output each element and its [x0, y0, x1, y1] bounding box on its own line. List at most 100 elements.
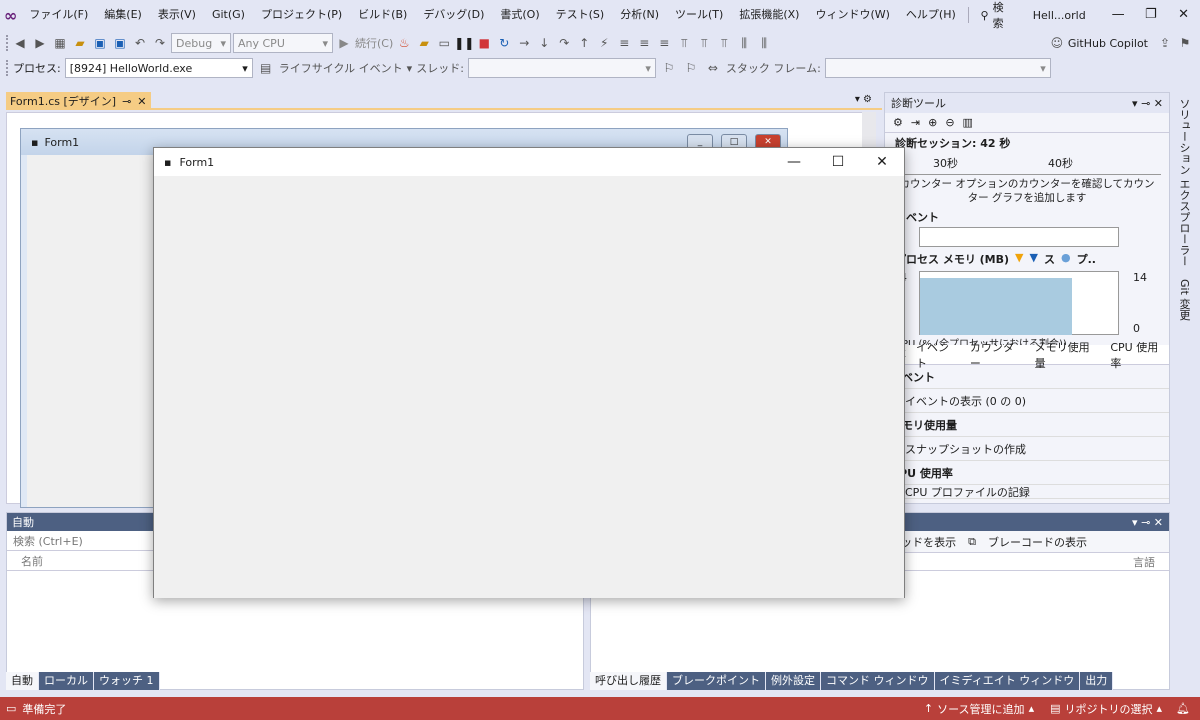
menu-help[interactable]: ヘルプ(H) — [898, 0, 964, 30]
menu-build[interactable]: ビルド(B) — [350, 0, 415, 30]
platform-combo[interactable]: Any CPU ▾ — [233, 33, 333, 53]
flag-icon[interactable]: ⚐ — [660, 59, 678, 77]
chart-icon[interactable]: ▥ — [963, 116, 973, 129]
menu-view[interactable]: 表示(V) — [150, 0, 204, 30]
menu-edit[interactable]: 編集(E) — [96, 0, 150, 30]
panel-controls-icon[interactable]: ▾ ⊸ ✕ — [1132, 516, 1163, 529]
tab-form1-design[interactable]: Form1.cs [デザイン] ⊸ ✕ — [6, 92, 151, 110]
menu-debug[interactable]: デバッグ(D) — [415, 0, 492, 30]
stackframe-combo[interactable]: ▾ — [824, 58, 1051, 78]
align-bottom-icon[interactable]: ⫪ — [715, 34, 733, 52]
form-maximize-button[interactable]: ☐ — [816, 148, 860, 176]
add-to-source-control-button[interactable]: ソース管理に追加 — [937, 701, 1024, 717]
show-next-statement-icon[interactable]: → — [515, 34, 533, 52]
new-item-icon[interactable]: ▦ — [51, 34, 69, 52]
tab-exception-settings[interactable]: 例外設定 — [766, 672, 821, 690]
minimize-button[interactable]: — — [1102, 0, 1135, 30]
take-snapshot-button[interactable]: スナップショットの作成 — [885, 437, 1169, 461]
step-into-icon[interactable]: ↓ — [535, 34, 553, 52]
spacing-vertical-icon[interactable]: ⫼ — [755, 34, 773, 52]
save-all-icon[interactable]: ▣ — [111, 34, 129, 52]
visual-studio-logo-icon[interactable]: ∞ — [0, 0, 21, 30]
config-value: Debug — [176, 36, 213, 50]
tab-watch1[interactable]: ウォッチ 1 — [94, 672, 160, 690]
close-button[interactable]: ✕ — [1167, 0, 1200, 30]
align-center-icon[interactable]: ≡ — [635, 34, 653, 52]
tab-call-stack[interactable]: 呼び出し履歴 — [590, 672, 667, 690]
align-right-icon[interactable]: ≡ — [655, 34, 673, 52]
tab-breakpoints[interactable]: ブレークポイント — [667, 672, 766, 690]
flag-threads-icon[interactable]: ⚐ — [682, 59, 700, 77]
hot-path-icon[interactable]: ⚡ — [595, 34, 613, 52]
menu-format[interactable]: 書式(O) — [492, 0, 547, 30]
tab-immediate-window[interactable]: イミディエイト ウィンドウ — [934, 672, 1081, 690]
forward-icon[interactable]: ▶ — [31, 34, 49, 52]
play-icon[interactable]: ▶ — [335, 34, 353, 52]
share-icon[interactable]: ⇪ — [1156, 34, 1174, 52]
panel-controls-icon[interactable]: ▾ ⊸ ✕ — [1132, 97, 1163, 110]
settings-icon[interactable]: ⚙ — [893, 116, 903, 129]
tab-counters[interactable]: カウンター — [970, 339, 1025, 371]
toolbar-gripper[interactable] — [6, 60, 9, 76]
running-form-window[interactable]: ▪ Form1 — ☐ ✕ — [153, 147, 905, 598]
menu-window[interactable]: ウィンドウ(W) — [807, 0, 897, 30]
tab-output[interactable]: 出力 — [1080, 672, 1114, 690]
tab-solution-explorer[interactable]: ソリューション エクスプローラー — [1172, 92, 1196, 273]
tab-events[interactable]: イベント — [916, 339, 960, 371]
config-combo[interactable]: Debug ▾ — [171, 33, 231, 53]
tab-cpu[interactable]: CPU 使用率 — [1110, 339, 1169, 371]
show-events-link[interactable]: イベントの表示 (0 の 0) — [885, 389, 1169, 413]
pin-icon[interactable]: ⊸ — [122, 95, 131, 108]
form-minimize-button[interactable]: — — [772, 148, 816, 176]
zoom-in-icon[interactable]: ⊕ — [928, 116, 937, 129]
menu-analyze[interactable]: 分析(N) — [612, 0, 667, 30]
back-icon[interactable]: ◀ — [11, 34, 29, 52]
menu-project[interactable]: プロジェクト(P) — [253, 0, 350, 30]
tab-command-window[interactable]: コマンド ウィンドウ — [821, 672, 935, 690]
pause-icon[interactable]: ❚❚ — [454, 34, 474, 52]
hot-reload-icon[interactable]: ♨ — [395, 34, 413, 52]
menu-file[interactable]: ファイル(F) — [21, 0, 96, 30]
close-icon[interactable]: ✕ — [137, 95, 146, 108]
feedback-icon[interactable]: ⚑ — [1176, 34, 1194, 52]
toolbar-gripper[interactable] — [6, 35, 9, 51]
external-code-button[interactable]: ブレーコードの表示 — [988, 534, 1087, 550]
spacing-icon[interactable]: ⫼ — [735, 34, 753, 52]
browse-icon[interactable]: ▰ — [415, 34, 433, 52]
process-combo[interactable]: [8924] HelloWorld.exe ▾ — [64, 58, 253, 78]
menu-tools[interactable]: ツール(T) — [667, 0, 731, 30]
notifications-icon[interactable]: 🔔︎ — [1176, 702, 1190, 715]
undo-icon[interactable]: ↶ — [131, 34, 149, 52]
menu-extensions[interactable]: 拡張機能(X) — [731, 0, 807, 30]
tab-git-changes[interactable]: Git 変更 — [1172, 273, 1196, 326]
form-close-button[interactable]: ✕ — [860, 148, 904, 176]
step-out-icon[interactable]: ↑ — [575, 34, 593, 52]
zoom-out-icon[interactable]: ⊖ — [945, 116, 954, 129]
select-repository-button[interactable]: リポジトリの選択 — [1065, 701, 1153, 717]
align-middle-icon[interactable]: ⫪ — [695, 34, 713, 52]
restart-icon[interactable]: ↻ — [495, 34, 513, 52]
tab-autos[interactable]: 自動 — [6, 672, 39, 690]
menu-git[interactable]: Git(G) — [204, 0, 253, 30]
record-cpu-button[interactable]: CPU プロファイルの記録 — [885, 485, 1169, 499]
tab-list-icon[interactable]: ▾ ⚙ — [855, 94, 872, 105]
step-over-icon[interactable]: ↷ — [555, 34, 573, 52]
lifecycle-events-button[interactable]: ライフサイクル イベント — [279, 60, 403, 76]
align-top-icon[interactable]: ⫪ — [675, 34, 693, 52]
menu-test[interactable]: テスト(S) — [548, 0, 613, 30]
copilot-button[interactable]: GitHub Copilot — [1068, 37, 1148, 50]
redo-icon[interactable]: ↷ — [151, 34, 169, 52]
tab-locals[interactable]: ローカル — [39, 672, 94, 690]
window-icon[interactable]: ▭ — [435, 34, 453, 52]
continue-button[interactable]: 続行(C) — [355, 35, 393, 51]
export-icon[interactable]: ⇥ — [911, 116, 920, 129]
thread-combo[interactable]: ▾ — [467, 58, 656, 78]
open-folder-icon[interactable]: ▰ — [71, 34, 89, 52]
expand-icon[interactable]: ⇔ — [704, 59, 722, 77]
tab-memory[interactable]: メモリ使用量 — [1035, 339, 1101, 371]
search-button[interactable]: ⚲ 検索 — [973, 0, 1013, 31]
stop-icon[interactable]: ■ — [475, 34, 493, 52]
align-left-icon[interactable]: ≡ — [615, 34, 633, 52]
save-icon[interactable]: ▣ — [91, 34, 109, 52]
restore-button[interactable]: ❐ — [1134, 0, 1167, 30]
